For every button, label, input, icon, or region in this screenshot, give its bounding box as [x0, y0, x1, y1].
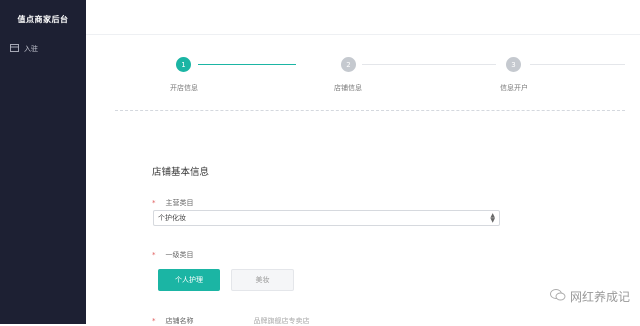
store-icon: [10, 44, 24, 54]
main-category-select[interactable]: 个护化妆 ▲ ▼: [153, 210, 500, 226]
step-2-number: 2: [346, 60, 351, 69]
step-1-number: 1: [181, 60, 186, 69]
step-connector-2: [362, 64, 496, 65]
section-divider: [115, 110, 625, 111]
main-category-label: 主营类目: [165, 199, 194, 207]
first-category-label: 一级类目: [165, 251, 194, 259]
step-connector-3: [530, 64, 625, 65]
sidebar: 值点商家后台 入驻: [0, 0, 86, 324]
main-category-label-row: * 主营类目: [152, 198, 194, 208]
category-option-personal-care[interactable]: 个人护理: [158, 269, 220, 291]
required-mark: *: [152, 199, 156, 207]
step-3-number: 3: [511, 60, 516, 69]
shop-name-row: * 店铺名称 品牌旗舰店专卖店: [152, 316, 310, 326]
sidebar-item-settle[interactable]: 入驻: [10, 43, 38, 55]
step-connector-1: [198, 64, 296, 65]
step-3-circle: 3: [506, 57, 521, 72]
wechat-icon: [550, 288, 566, 305]
step-2-circle: 2: [341, 57, 356, 72]
step-2-label: 店铺信息: [334, 84, 362, 92]
stepper: [86, 35, 640, 110]
watermark: 网红养成记: [550, 288, 630, 305]
required-mark: *: [152, 251, 156, 259]
app-title: 值点商家后台: [17, 15, 69, 24]
first-category-label-row: * 一级类目: [152, 250, 194, 260]
select-caret-icon: ▲ ▼: [490, 212, 495, 224]
main-category-value: 个护化妆: [158, 214, 186, 222]
step-3-label: 信息开户: [500, 84, 528, 92]
section-title: 店铺基本信息: [152, 167, 210, 178]
top-bar: [86, 0, 640, 34]
sidebar-item-label: 入驻: [24, 45, 38, 53]
watermark-text: 网红养成记: [569, 290, 630, 304]
category-option-beauty[interactable]: 美妆: [231, 269, 294, 291]
step-1-circle: 1: [176, 57, 191, 72]
step-1-label: 开店信息: [170, 84, 198, 92]
